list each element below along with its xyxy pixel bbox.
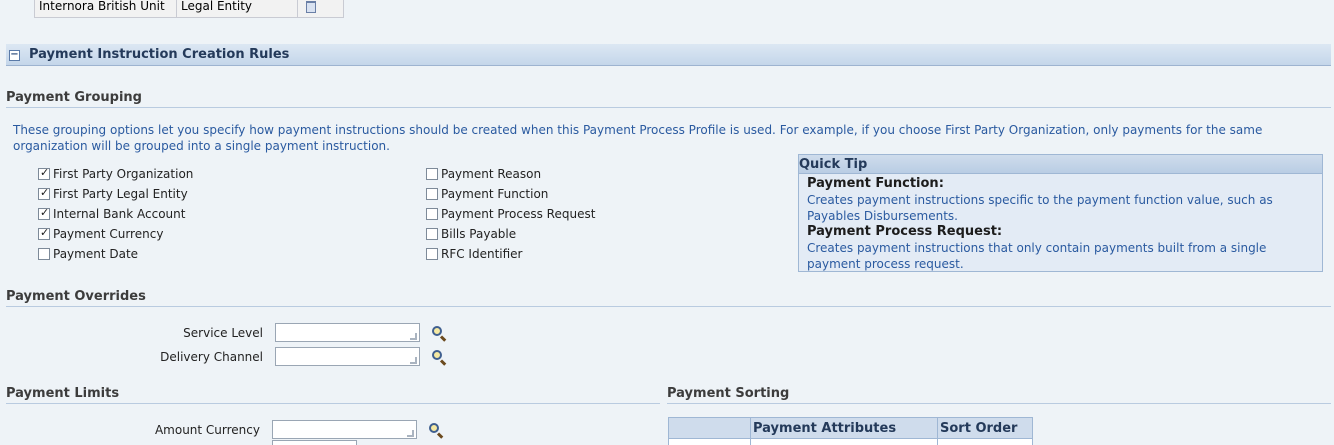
table-cell: Legal Entity: [176, 0, 298, 18]
amount-input[interactable]: [272, 440, 357, 445]
checkbox[interactable]: [38, 166, 50, 180]
resize-grip-icon: [410, 357, 417, 364]
section-title: Payment Instruction Creation Rules: [29, 47, 290, 62]
quick-tip-desc: Creates payment instructions specific to…: [807, 193, 1273, 223]
quick-tip-box: Quick Tip Payment Function: Creates paym…: [798, 154, 1323, 272]
table-cell: [668, 438, 751, 445]
service-level-input[interactable]: [275, 323, 420, 342]
table-row: Internora British Unit Legal Entity: [34, 0, 344, 18]
checkbox-label: Payment Currency: [53, 227, 164, 241]
payment-grouping-heading: Payment Grouping: [6, 90, 1331, 108]
payment-sorting-heading: Payment Sorting: [667, 386, 1331, 404]
table-header-row: Payment Attributes Sort Order: [668, 417, 1033, 439]
column-header: Sort Order: [937, 417, 1033, 439]
table-cell[interactable]: [937, 438, 1033, 445]
search-icon[interactable]: [431, 325, 447, 342]
checkbox[interactable]: [38, 226, 50, 240]
quick-tip-desc: Creates payment instructions that only c…: [807, 241, 1267, 271]
checkbox-label: Internal Bank Account: [53, 207, 186, 221]
checkbox[interactable]: [38, 186, 50, 200]
amount-currency-label: Amount Currency: [154, 423, 260, 437]
search-icon[interactable]: [431, 349, 447, 366]
checkbox[interactable]: [38, 206, 50, 220]
checkbox-option[interactable]: First Party Legal Entity: [38, 186, 188, 202]
checkbox[interactable]: [426, 248, 438, 260]
resize-grip-icon: [407, 430, 414, 437]
checkbox-label: RFC Identifier: [441, 247, 523, 261]
checkbox-option[interactable]: Payment Date: [38, 246, 138, 262]
delete-cell: [297, 0, 344, 18]
checkbox[interactable]: [426, 168, 438, 180]
checkbox-option[interactable]: First Party Organization: [38, 166, 193, 182]
amount-currency-input[interactable]: [272, 420, 417, 439]
payment-overrides-heading: Payment Overrides: [6, 289, 1331, 307]
table-cell[interactable]: [750, 438, 938, 445]
payment-limits-heading: Payment Limits: [6, 386, 660, 404]
previous-region: Internora British Unit Legal Entity: [0, 0, 1334, 34]
checkbox-option[interactable]: Payment Function: [426, 186, 548, 202]
checkbox-label: Payment Function: [441, 187, 549, 201]
resize-grip-icon: [410, 333, 417, 340]
quick-tip-title: Quick Tip: [799, 155, 1322, 174]
section-header: − Payment Instruction Creation Rules: [6, 44, 1331, 66]
checkbox-label: First Party Organization: [53, 167, 194, 181]
checkbox[interactable]: [426, 208, 438, 220]
service-level-label: Service Level: [183, 326, 263, 340]
checkbox-label: Payment Date: [53, 247, 139, 261]
checkbox-label: Payment Process Request: [441, 207, 596, 221]
delete-icon[interactable]: [306, 0, 316, 13]
assignment-table: Internora British Unit Legal Entity: [34, 0, 344, 18]
checkbox-option[interactable]: Bills Payable: [426, 226, 516, 242]
search-icon[interactable]: [428, 422, 444, 439]
checkbox[interactable]: [426, 188, 438, 200]
column-header: [668, 417, 751, 439]
quick-tip-term: Payment Process Request:: [807, 224, 1003, 239]
checkbox[interactable]: [38, 248, 50, 260]
collapse-icon[interactable]: −: [9, 50, 20, 61]
grouping-description: These grouping options let you specify h…: [13, 123, 1263, 153]
column-header: Payment Attributes: [750, 417, 938, 439]
table-row: [668, 438, 1033, 445]
delivery-channel-label: Delivery Channel: [160, 350, 263, 364]
checkbox-label: Bills Payable: [441, 227, 517, 241]
checkbox-option[interactable]: Payment Process Request: [426, 206, 595, 222]
checkbox-option[interactable]: RFC Identifier: [426, 246, 523, 262]
checkbox-label: First Party Legal Entity: [53, 187, 188, 201]
table-cell: Internora British Unit: [34, 0, 177, 18]
delivery-channel-input[interactable]: [275, 347, 420, 366]
checkbox-option[interactable]: Payment Currency: [38, 226, 163, 242]
payment-sorting-table: Payment Attributes Sort Order: [668, 417, 1033, 445]
quick-tip-term: Payment Function:: [807, 176, 944, 191]
checkbox-option[interactable]: Payment Reason: [426, 166, 541, 182]
checkbox[interactable]: [426, 228, 438, 240]
checkbox-option[interactable]: Internal Bank Account: [38, 206, 185, 222]
checkbox-label: Payment Reason: [441, 167, 542, 181]
